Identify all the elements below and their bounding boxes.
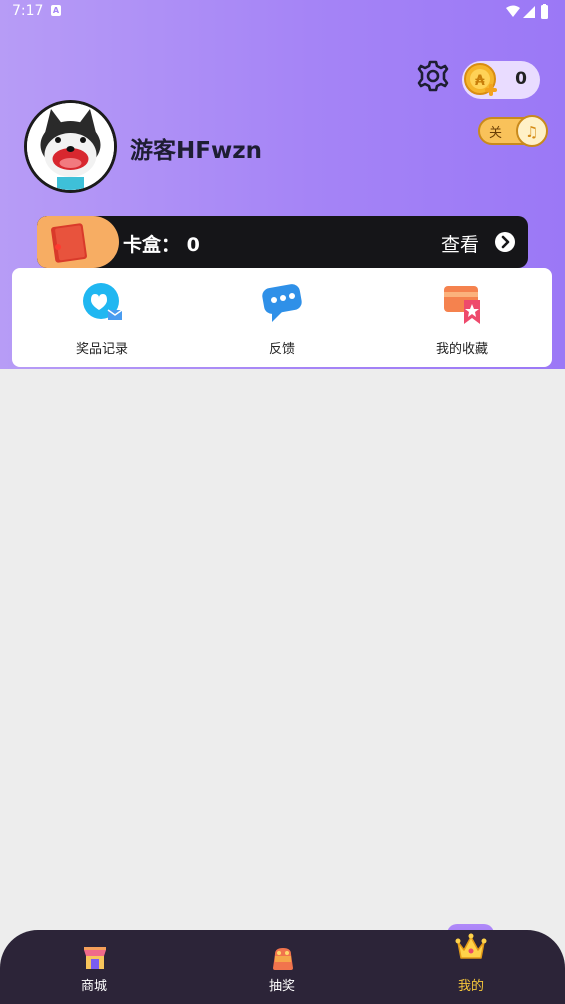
card-box-bar[interactable]: 卡盒： 0 查看	[37, 216, 528, 268]
chat-heart-icon	[83, 283, 123, 320]
svg-text:₳: ₳	[475, 73, 485, 89]
quick-menu-card: 奖品记录 反馈 我的收藏	[12, 268, 552, 367]
svg-text:关: 关	[489, 126, 502, 141]
nav-item-shop[interactable]: 商城	[34, 930, 154, 1004]
bookmark-star-icon	[444, 286, 480, 324]
status-time: 7:17	[12, 3, 44, 19]
crown-icon	[455, 933, 487, 959]
menu-label: 反馈	[268, 342, 295, 357]
chevron-right-icon[interactable]	[494, 231, 516, 253]
svg-text:♫: ♫	[525, 123, 538, 141]
lottery-bag-icon	[273, 948, 293, 970]
card-box-view-link[interactable]: 查看	[441, 230, 479, 257]
nav-label: 抽奖	[268, 979, 295, 994]
red-book-icon	[51, 223, 87, 263]
card-box-label: 卡盒： 0	[123, 234, 200, 256]
coin-balance-button[interactable]: ₳ 0	[462, 61, 540, 99]
status-bar: 7:17 A	[0, 0, 565, 24]
menu-label: 我的收藏	[435, 342, 488, 357]
username: 游客HFwzn	[130, 138, 262, 164]
husky-avatar-icon	[27, 103, 114, 190]
coin-plus-icon: ₳	[464, 63, 497, 96]
shop-icon	[84, 947, 106, 969]
wifi-signal-battery-icon	[506, 4, 548, 19]
profile-header: 7:17 A ₳ 0 关 ♫ 游客HFwzn 卡盒： 0 查看 奖品记录 反馈 …	[0, 0, 565, 369]
settings-gear-icon[interactable]	[416, 59, 450, 93]
menu-item-favorites[interactable]: 我的收藏	[372, 268, 552, 367]
nav-label: 商城	[80, 979, 107, 994]
menu-item-feedback[interactable]: 反馈	[192, 268, 372, 367]
menu-label: 奖品记录	[75, 342, 128, 357]
feedback-bubble-icon	[262, 284, 302, 322]
card-box-count: 0	[186, 234, 200, 256]
notification-a-icon: A	[51, 5, 61, 16]
avatar[interactable]	[24, 100, 117, 193]
menu-item-prize-records[interactable]: 奖品记录	[12, 268, 192, 367]
coin-count: 0	[515, 69, 527, 89]
nav-item-lottery[interactable]: 抽奖	[222, 930, 342, 1004]
card-box-accent	[37, 216, 119, 268]
music-toggle[interactable]: 关 ♫	[478, 115, 550, 149]
nav-label: 我的	[457, 979, 484, 994]
